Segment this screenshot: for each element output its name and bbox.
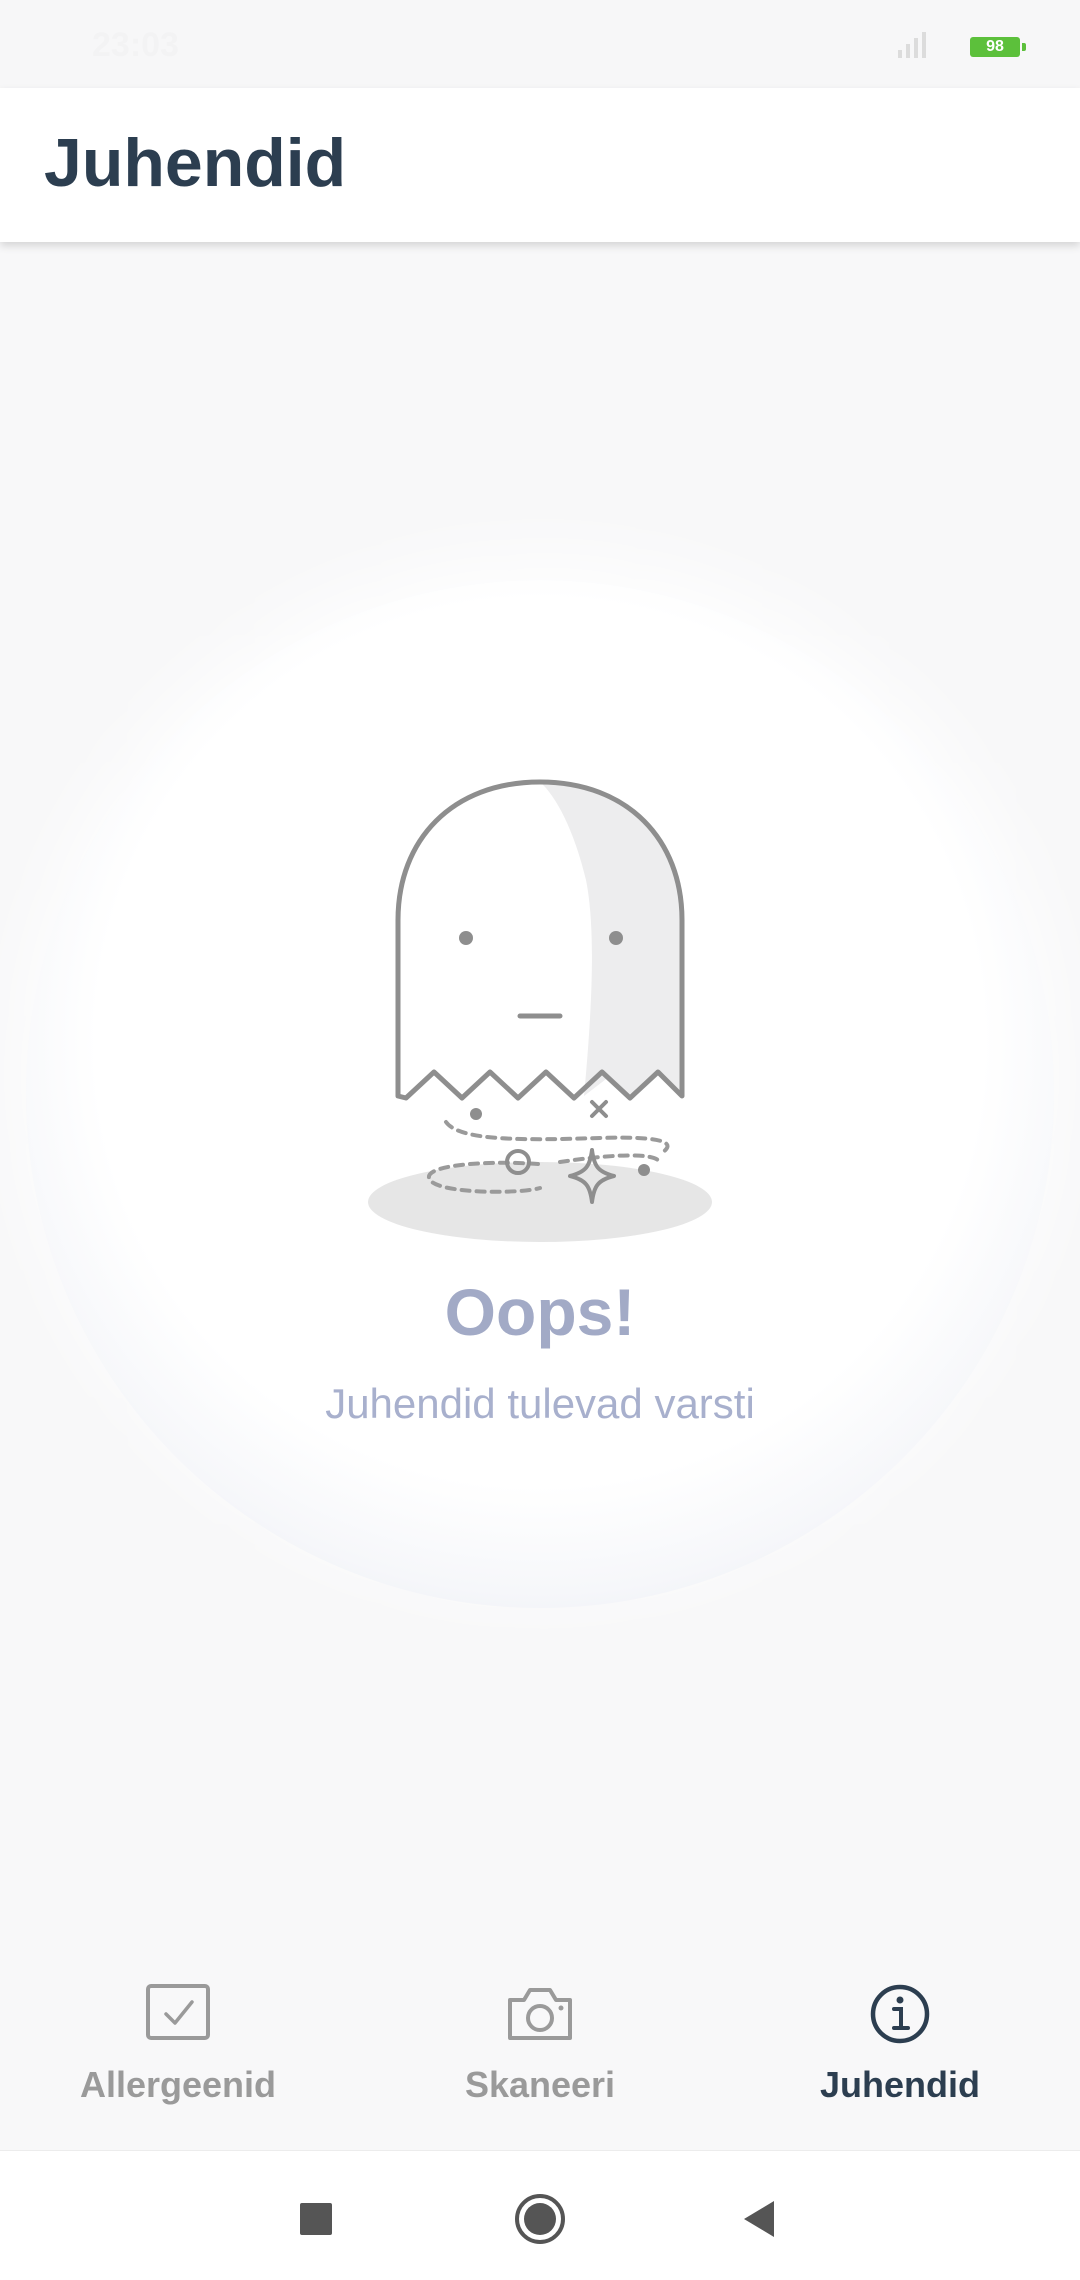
battery-level: 98 — [986, 38, 1004, 55]
nav-item-skaneeri[interactable]: Skaneeri — [390, 1978, 690, 2128]
ghost-illustration — [368, 779, 712, 1242]
empty-state-title: Oops! — [444, 1275, 636, 1349]
bottom-navigation: Allergeenid Skaneeri Juhendid — [0, 1948, 1080, 2148]
nav-label-skaneeri: Skaneeri — [464, 2064, 616, 2105]
empty-state-message: Juhendid tulevad varsti — [325, 1380, 755, 1427]
page-title: Juhendid — [44, 125, 347, 201]
info-icon — [870, 1984, 930, 2044]
system-navigation-bar — [0, 2150, 1080, 2280]
home-circle-icon[interactable] — [512, 2191, 568, 2247]
recents-square-icon[interactable] — [288, 2191, 344, 2247]
battery-icon: 98 — [970, 37, 1026, 57]
signal-icon — [898, 32, 926, 58]
camera-icon — [508, 1988, 572, 2040]
status-time: 23:03 — [92, 26, 179, 64]
nav-label-allergeenid: Allergeenid — [79, 2064, 277, 2105]
nav-item-allergeenid[interactable]: Allergeenid — [28, 1978, 328, 2128]
checkbox-icon — [146, 1984, 210, 2040]
nav-item-juhendid[interactable]: Juhendid — [750, 1978, 1050, 2128]
status-bar: 23:03 98 — [0, 0, 1080, 88]
back-triangle-icon[interactable] — [734, 2191, 790, 2247]
nav-label-juhendid: Juhendid — [820, 2064, 980, 2105]
app-bar: Juhendid — [0, 88, 1080, 242]
